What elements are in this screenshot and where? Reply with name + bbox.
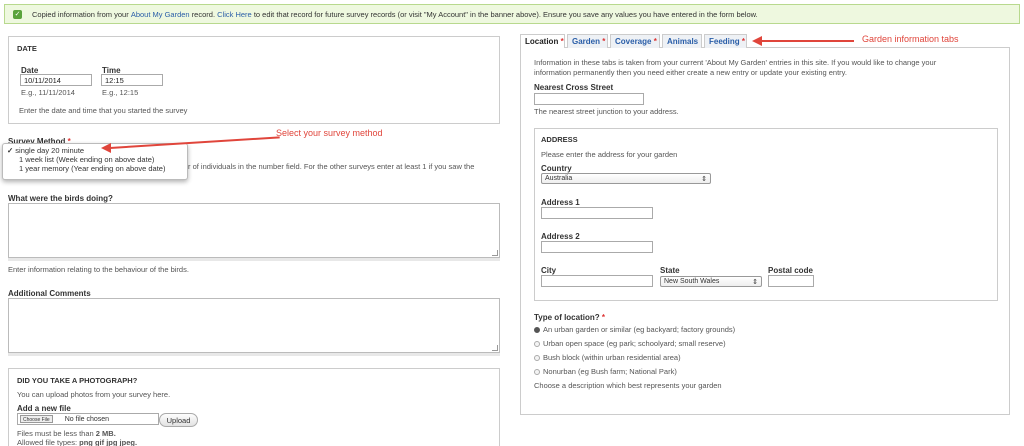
cross-street-help: The nearest street junction to your addr… [534, 107, 679, 116]
date-help: Enter the date and time that you started… [19, 106, 188, 115]
updown-icon: ⇕ [701, 175, 707, 183]
location-option-bush-block[interactable]: Bush block (within urban residential are… [534, 353, 681, 362]
comments-textarea[interactable] [8, 298, 500, 353]
check-icon: ✓ [13, 9, 22, 19]
choose-file-button[interactable]: Choose File [20, 415, 53, 423]
address1-input[interactable] [541, 207, 653, 219]
survey-option-1-year[interactable]: 1 year memory (Year ending on above date… [3, 164, 187, 173]
radio-icon[interactable] [534, 369, 540, 376]
date-legend: DATE [17, 44, 37, 53]
address-legend: ADDRESS [541, 135, 578, 144]
upload-button[interactable]: Upload [159, 413, 198, 427]
date-fieldset: DATE Date 10/11/2014 E.g., 11/11/2014 Ti… [8, 36, 500, 124]
updown-icon: ⇕ [752, 278, 758, 286]
survey-option-single-day[interactable]: ✓ single day 20 minute [3, 146, 187, 155]
survey-method-help: r of individuals in the number field. Fo… [188, 162, 475, 171]
tabs-callout-text: Garden information tabs [862, 34, 959, 44]
tabs-callout-arrow [762, 40, 854, 42]
address-fieldset: ADDRESS Please enter the address for you… [534, 128, 998, 301]
tab-garden[interactable]: Garden * [567, 34, 608, 48]
location-type-label: Type of location? * [534, 313, 605, 322]
country-select[interactable]: Australia ⇕ [541, 173, 711, 184]
resize-handle[interactable] [492, 250, 498, 256]
cross-street-label: Nearest Cross Street [534, 83, 614, 92]
birds-doing-label: What were the birds doing? [8, 194, 113, 203]
tab-feeding[interactable]: Feeding * [704, 34, 747, 48]
banner-text-mid: record. [191, 9, 216, 19]
postal-input[interactable] [768, 275, 814, 287]
radio-selected-icon[interactable] [534, 327, 540, 334]
time-example: E.g., 12:15 [102, 88, 139, 97]
postal-label: Postal code [768, 266, 813, 275]
country-label: Country [541, 164, 572, 173]
click-here-link[interactable]: Click Here [217, 10, 252, 19]
file-types-note: Allowed file types: png gif jpg jpeg. [17, 438, 138, 446]
resize-handle[interactable] [492, 345, 498, 351]
time-input[interactable]: 12:15 [101, 74, 163, 86]
location-option-nonurban[interactable]: Nonurban (eg Bush farm; National Park) [534, 367, 677, 376]
location-option-urban-open[interactable]: Urban open space (eg park; schoolyard; s… [534, 339, 726, 348]
tab-location[interactable]: Location * [520, 34, 565, 48]
tabs-arrow-head [752, 36, 762, 46]
about-garden-link[interactable]: About My Garden [131, 10, 190, 19]
address-help: Please enter the address for your garden [541, 150, 678, 159]
date-input[interactable]: 10/11/2014 [20, 74, 92, 86]
state-label: State [660, 266, 680, 275]
birds-doing-help: Enter information relating to the behavi… [8, 265, 189, 274]
date-example: E.g., 11/11/2014 [21, 88, 75, 97]
photo-help: You can upload photos from your survey h… [17, 390, 171, 399]
birds-doing-grippie[interactable] [8, 258, 500, 261]
survey-option-1-week[interactable]: 1 week list (Week ending on above date) [3, 155, 187, 164]
survey-callout-text: Select your survey method [276, 128, 383, 138]
survey-method-dropdown[interactable]: ✓ single day 20 minute 1 week list (Week … [2, 143, 188, 180]
check-mark-icon: ✓ [7, 146, 14, 155]
photo-legend: DID YOU TAKE A PHOTOGRAPH? [17, 376, 138, 385]
tab-animals[interactable]: Animals [662, 34, 702, 48]
add-file-label: Add a new file [17, 404, 71, 413]
city-input[interactable] [541, 275, 653, 287]
comments-label: Additional Comments [8, 289, 91, 298]
location-help: Choose a description which best represen… [534, 381, 722, 390]
garden-intro: Information in these tabs is taken from … [534, 58, 937, 77]
city-label: City [541, 266, 557, 275]
radio-icon[interactable] [534, 341, 540, 348]
file-size-note: Files must be less than 2 MB. [17, 429, 116, 438]
address2-input[interactable] [541, 241, 653, 253]
survey-arrow-head [101, 143, 111, 153]
cross-street-input[interactable] [534, 93, 644, 105]
address1-label: Address 1 [541, 198, 580, 207]
comments-grippie[interactable] [8, 353, 500, 356]
banner-text-prefix: Copied information from your [32, 9, 129, 19]
no-file-text: No file chosen [64, 415, 110, 423]
photo-fieldset: DID YOU TAKE A PHOTOGRAPH? You can uploa… [8, 368, 500, 446]
address2-label: Address 2 [541, 232, 580, 241]
birds-doing-textarea[interactable] [8, 203, 500, 258]
state-select[interactable]: New South Wales ⇕ [660, 276, 762, 287]
status-banner: ✓ Copied information from your About My … [4, 4, 1020, 24]
location-option-urban-garden[interactable]: An urban garden or similar (eg backyard;… [534, 325, 735, 334]
banner-text-suffix: to edit that record for future survey re… [253, 9, 758, 19]
file-input[interactable]: Choose File No file chosen [17, 413, 159, 425]
tab-coverage[interactable]: Coverage * [610, 34, 660, 48]
radio-icon[interactable] [534, 355, 540, 362]
